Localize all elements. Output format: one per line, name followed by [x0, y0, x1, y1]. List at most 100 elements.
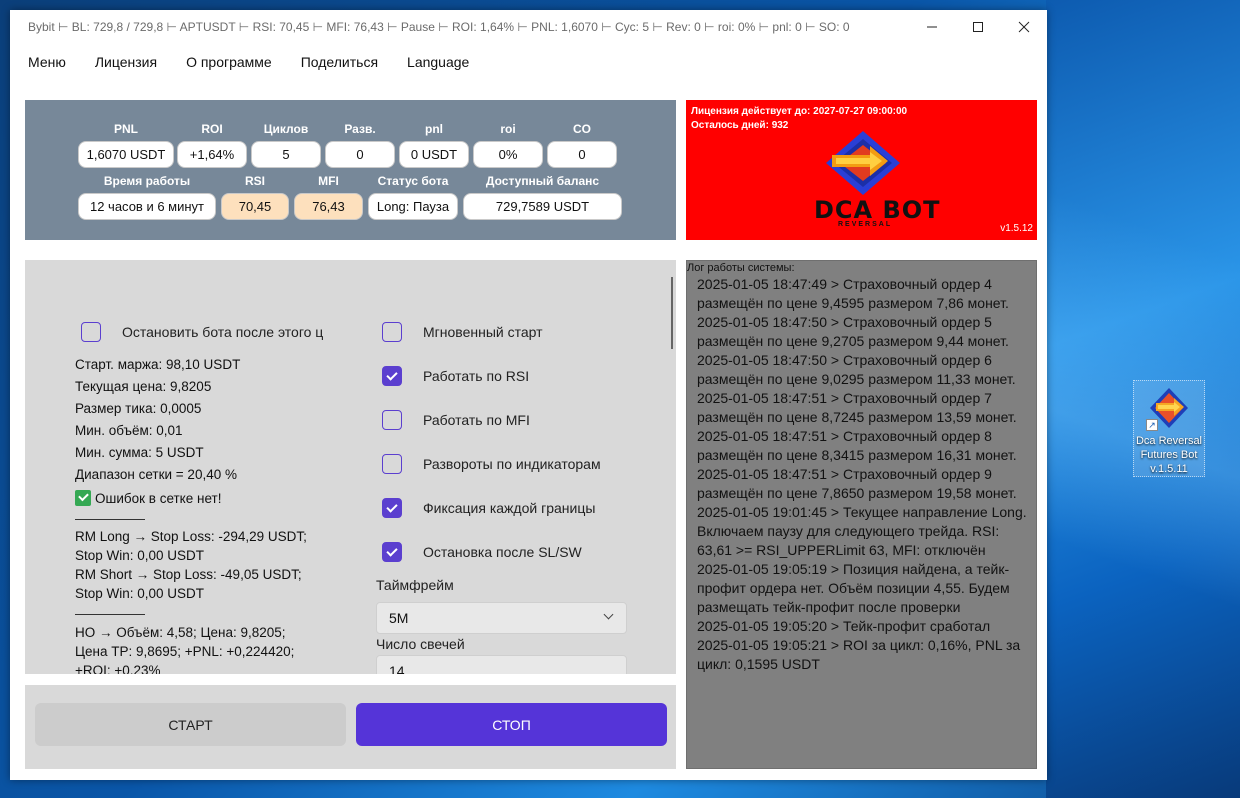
stop-after-cycle-label: Остановить бота после этого ц	[122, 324, 324, 340]
stat-label-pnl: PNL	[114, 122, 138, 136]
log-entry: 2025-01-05 18:47:51 > Страховочный ордер…	[697, 466, 1017, 501]
dca-bot-app-icon: ↗	[1146, 385, 1192, 431]
info-current-price: Текущая цена: 9,8205	[75, 379, 212, 394]
log-entry: 2025-01-05 19:01:45 > Текущее направлени…	[697, 504, 1027, 558]
system-log-panel: Лог работы системы: 2025-01-05 18:47:49 …	[686, 260, 1037, 769]
stop-after-sl-sw-row[interactable]: Остановка после SL/SW	[382, 542, 582, 562]
stop-after-sl-sw-checkbox[interactable]	[382, 542, 402, 562]
stat-value-pnl: 1,6070 USDT	[78, 141, 174, 168]
menu-about[interactable]: О программе	[186, 54, 272, 70]
work-by-mfi-label: Работать по MFI	[423, 412, 530, 428]
stat-label-cycle-pnl: pnl	[425, 122, 443, 136]
dca-bot-logo-icon	[826, 131, 900, 195]
log-entry: 2025-01-05 18:47:51 > Страховочный ордер…	[697, 428, 1017, 463]
menu-language[interactable]: Language	[407, 54, 469, 70]
stat-label-uptime: Время работы	[103, 174, 191, 188]
info-rm-short-stop-win: Stop Win: 0,00 USDT	[75, 586, 205, 601]
stat-value-roi: +1,64%	[177, 141, 247, 168]
window-title: Bybit ⊢ BL: 729,8 / 729,8 ⊢ APTUSDT ⊢ RS…	[28, 20, 850, 34]
info-min-sum: Мин. сумма: 5 USDT	[75, 445, 204, 460]
info-rm-short: RM Short → Stop Loss: -49,05 USDT;	[75, 567, 302, 582]
desktop-shortcut-dca-bot[interactable]: ↗ Dca Reversal Futures Bot v.1.5.11	[1133, 380, 1205, 477]
license-days-left: Осталось дней: 932	[691, 120, 789, 131]
info-min-volume: Мин. объём: 0,01	[75, 423, 183, 438]
maximize-icon[interactable]	[955, 10, 1001, 44]
instant-start-row[interactable]: Мгновенный старт	[382, 322, 543, 342]
work-by-rsi-label: Работать по RSI	[423, 368, 530, 384]
stat-value-cycles: 5	[251, 141, 321, 168]
indicator-reversals-label: Развороты по индикаторам	[423, 456, 601, 472]
timeframe-label: Таймфрейм	[376, 577, 454, 593]
menu-main[interactable]: Меню	[28, 54, 66, 70]
stat-value-cycle-roi: 0%	[473, 141, 543, 168]
license-valid-until: Лицензия действует до: 2027-07-27 09:00:…	[691, 106, 908, 117]
stat-label-rsi: RSI	[244, 174, 265, 188]
instant-start-label: Мгновенный старт	[423, 324, 543, 340]
check-mark-icon	[75, 490, 91, 506]
stat-label-available-balance: Доступный баланс	[485, 174, 600, 188]
work-by-rsi-row[interactable]: Работать по RSI	[382, 366, 529, 386]
stat-label-cycles: Циклов	[263, 122, 309, 136]
log-entry: 2025-01-05 19:05:19 > Позиция найдена, а…	[697, 561, 1010, 615]
work-by-mfi-row[interactable]: Работать по MFI	[382, 410, 530, 430]
window-controls	[909, 10, 1047, 44]
stop-after-cycle-checkbox-row[interactable]: Остановить бота после этого ц	[81, 322, 327, 342]
log-entry: 2025-01-05 19:05:21 > ROI за цикл: 0,16%…	[697, 637, 1021, 672]
settings-scrollbar[interactable]	[671, 277, 673, 349]
candles-input[interactable]: 14	[376, 655, 627, 674]
log-entry: 2025-01-05 18:47:49 > Страховочный ордер…	[697, 276, 1009, 311]
info-ho-roi: +ROI: +0,23%	[75, 663, 161, 674]
license-logo-text: DCA BOT	[814, 196, 941, 224]
chevron-down-icon	[603, 609, 614, 620]
indicator-reversals-checkbox[interactable]	[382, 454, 402, 474]
fix-each-border-row[interactable]: Фиксация каждой границы	[382, 498, 595, 518]
log-title: Лог работы системы:	[687, 262, 795, 274]
candles-value: 14	[389, 663, 405, 674]
menu-bar: Меню Лицензия О программе Поделиться Lan…	[10, 44, 1047, 80]
stop-button[interactable]: СТОП	[356, 703, 667, 746]
info-grid-status: Ошибок в сетке нет!	[75, 490, 221, 506]
stat-label-reversals: Разв.	[344, 122, 376, 136]
work-by-mfi-checkbox[interactable]	[382, 410, 402, 430]
menu-share[interactable]: Поделиться	[301, 54, 378, 70]
stat-label-bot-status: Статус бота	[377, 174, 449, 188]
stat-value-available-balance: 729,7589 USDT	[463, 193, 622, 220]
separator	[75, 519, 145, 520]
stat-value-cycle-pnl: 0 USDT	[399, 141, 469, 168]
log-entry: 2025-01-05 18:47:51 > Страховочный ордер…	[697, 390, 1017, 425]
info-ho-volume: HO → Объём: 4,58; Цена: 9,8205;	[75, 625, 286, 640]
license-panel: Лицензия действует до: 2027-07-27 09:00:…	[686, 100, 1037, 240]
indicator-reversals-row[interactable]: Развороты по индикаторам	[382, 454, 601, 474]
info-tick-size: Размер тика: 0,0005	[75, 401, 202, 416]
stat-label-cycle-roi: roi	[500, 122, 516, 136]
info-grid-range: Диапазон сетки = 20,40 %	[75, 467, 237, 482]
menu-license[interactable]: Лицензия	[95, 54, 157, 70]
instant-start-checkbox[interactable]	[382, 322, 402, 342]
log-text[interactable]: 2025-01-05 18:47:49 > Страховочный ордер…	[697, 275, 1033, 674]
minimize-icon[interactable]	[909, 10, 955, 44]
stat-value-co: 0	[547, 141, 617, 168]
info-rm-long: RM Long → Stop Loss: -294,29 USDT;	[75, 529, 307, 544]
log-entry: 2025-01-05 19:05:20 > Тейк-профит сработ…	[697, 618, 991, 634]
log-entry: 2025-01-05 18:47:50 > Страховочный ордер…	[697, 352, 1016, 387]
stat-value-rsi: 70,45	[221, 193, 289, 220]
fix-each-border-label: Фиксация каждой границы	[423, 500, 596, 516]
start-button[interactable]: СТАРТ	[35, 703, 346, 746]
work-by-rsi-checkbox[interactable]	[382, 366, 402, 386]
stat-value-mfi: 76,43	[294, 193, 363, 220]
stop-after-cycle-checkbox[interactable]	[81, 322, 101, 342]
info-rm-long-stop-win: Stop Win: 0,00 USDT	[75, 548, 205, 563]
log-entry: 2025-01-05 18:47:50 > Страховочный ордер…	[697, 314, 1009, 349]
settings-panel: Остановить бота после этого ц Старт. мар…	[25, 260, 676, 674]
license-logo-subtitle: REVERSAL	[838, 221, 893, 228]
separator	[75, 614, 145, 615]
grid-ok-text: Ошибок в сетке нет!	[95, 491, 222, 506]
stat-label-co: CO	[573, 122, 591, 136]
close-icon[interactable]	[1001, 10, 1047, 44]
candles-label: Число свечей	[376, 636, 465, 652]
title-bar: Bybit ⊢ BL: 729,8 / 729,8 ⊢ APTUSDT ⊢ RS…	[10, 10, 1047, 44]
desktop-icon-label: Dca Reversal Futures Bot v.1.5.11	[1135, 435, 1203, 475]
stat-value-uptime: 12 часов и 6 минут	[78, 193, 216, 220]
timeframe-select[interactable]: 5M	[376, 602, 627, 634]
fix-each-border-checkbox[interactable]	[382, 498, 402, 518]
